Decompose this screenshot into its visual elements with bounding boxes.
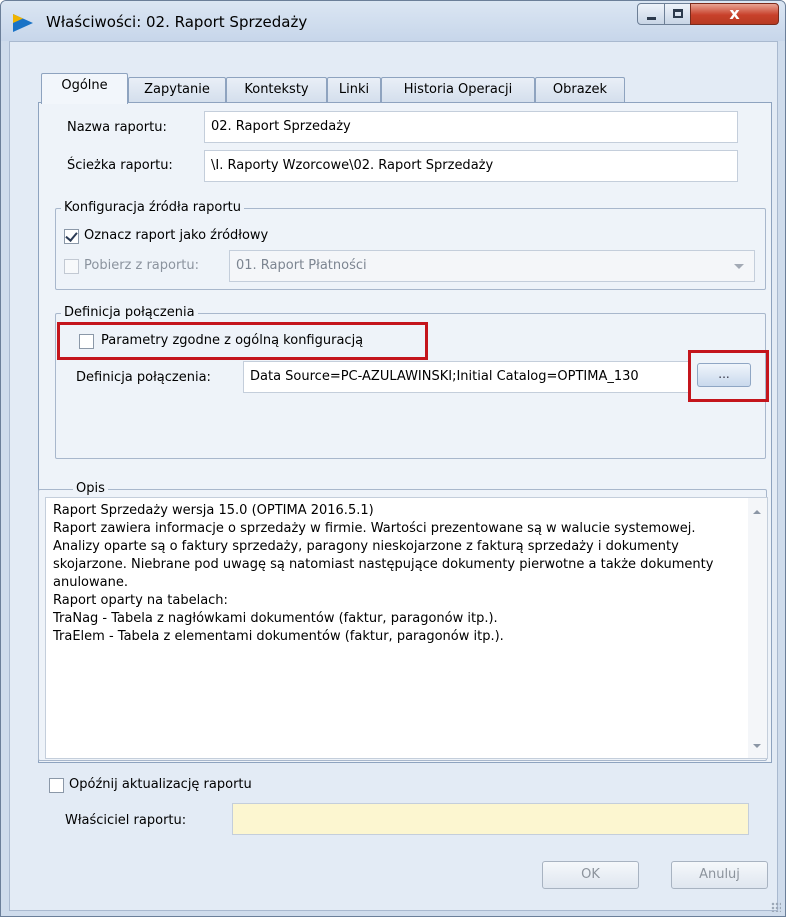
window-title: Właściwości: 02. Raport Sprzedaży [46, 13, 308, 31]
tab-label: Zapytanie [144, 82, 210, 97]
tab-obrazek[interactable]: Obrazek [535, 77, 625, 103]
tab-konteksty[interactable]: Konteksty [226, 77, 327, 103]
tab-label: Linki [338, 82, 370, 97]
tab-label: Konteksty [244, 82, 309, 97]
connection-definition-label: Definicja połączenia: [76, 370, 211, 385]
tab-label: Historia Operacji [403, 82, 513, 97]
maximize-icon [673, 9, 683, 18]
description-scrollbar[interactable] [748, 498, 767, 758]
connection-browse-button[interactable]: ... [697, 363, 751, 387]
close-icon: x [729, 4, 740, 23]
description-group-title: Opis [73, 481, 108, 496]
cancel-button[interactable]: Anuluj [671, 861, 768, 889]
mark-source-label: Oznacz raport jako źródłowy [84, 228, 269, 243]
maximize-button[interactable] [664, 3, 691, 25]
description-line: Analizy oparte są o faktury sprzedaży, p… [53, 539, 679, 554]
description-line: Raport oparty na tabelach: [53, 593, 228, 608]
description-line: TraElem - Tabela z elementami dokumentów… [53, 629, 504, 644]
connection-definition-field[interactable]: Data Source=PC-AZULAWINSKI;Initial Catal… [243, 361, 689, 393]
delay-update-label: Opóźnij aktualizację raportu [69, 777, 252, 792]
scroll-down-icon[interactable] [753, 744, 761, 748]
report-name-label: Nazwa raportu: [67, 120, 167, 135]
owner-field[interactable] [232, 803, 749, 835]
chevron-down-icon [734, 264, 744, 269]
report-path-label: Ścieżka raportu: [67, 158, 173, 173]
description-line: skojarzone. Niebrane pod uwagę są natomi… [53, 557, 718, 590]
report-app-icon [13, 14, 33, 32]
fetch-from-checkbox[interactable] [64, 259, 79, 274]
tab-label: Ogólne [61, 78, 108, 93]
owner-label: Właściciel raportu: [65, 813, 187, 828]
minimize-icon [647, 17, 656, 20]
close-button[interactable]: x [690, 3, 779, 25]
description-line: TraNag - Tabela z nagłówkami dokumentów … [53, 611, 498, 626]
minimize-button[interactable] [637, 3, 665, 25]
title-bar[interactable]: Właściwości: 02. Raport Sprzedaży x [1, 1, 785, 41]
mark-source-checkbox[interactable] [64, 229, 79, 244]
source-config-group-title: Konfiguracja źródła raportu [61, 200, 244, 215]
description-line: Raport zawiera informacje o sprzedaży w … [53, 521, 696, 536]
delay-update-checkbox[interactable] [49, 778, 64, 793]
fetch-from-label: Pobierz z raportu: [84, 258, 200, 273]
resize-grip[interactable] [771, 902, 781, 912]
params-default-checkbox[interactable] [79, 334, 94, 349]
properties-dialog: Właściwości: 02. Raport Sprzedaży x Ogól… [0, 0, 786, 917]
tab-zapytanie[interactable]: Zapytanie [128, 77, 226, 103]
description-textarea[interactable]: Raport Sprzedaży wersja 15.0 (OPTIMA 201… [45, 497, 768, 759]
ok-button[interactable]: OK [542, 861, 639, 889]
report-name-field[interactable]: 02. Raport Sprzedaży [204, 111, 738, 143]
tab-linki[interactable]: Linki [327, 77, 381, 103]
report-path-field[interactable]: \I. Raporty Wzorcowe\02. Raport Sprzedaż… [204, 150, 738, 182]
tab-ogolne[interactable]: Ogólne [41, 73, 128, 104]
tab-label: Obrazek [552, 82, 608, 97]
params-default-label: Parametry zgodne z ogólną konfiguracją [101, 333, 364, 348]
scroll-up-icon[interactable] [753, 510, 761, 514]
fetch-from-value: 01. Raport Płatności [236, 258, 367, 273]
tab-historia-operacji[interactable]: Historia Operacji [381, 77, 535, 103]
fetch-from-dropdown[interactable]: 01. Raport Płatności [229, 250, 755, 282]
connection-group-title: Definicja połączenia [61, 305, 198, 320]
description-line: Raport Sprzedaży wersja 15.0 (OPTIMA 201… [53, 503, 374, 518]
